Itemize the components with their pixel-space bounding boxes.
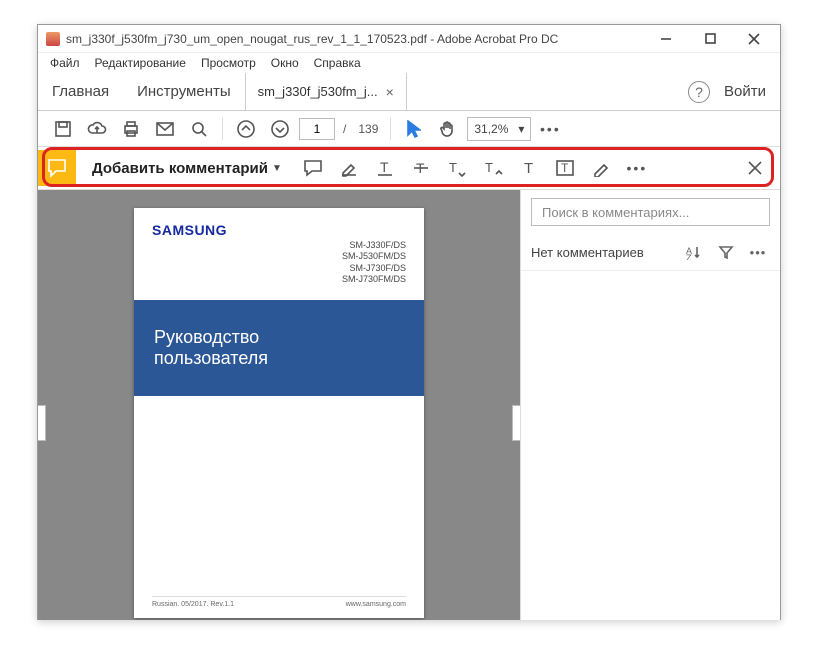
- tab-close-icon[interactable]: ×: [386, 84, 394, 100]
- tab-document-label: sm_j330f_j530fm_j...: [258, 84, 378, 99]
- tabbar: Главная Инструменты sm_j330f_j530fm_j...…: [38, 73, 780, 111]
- text-underline-icon[interactable]: T: [370, 153, 400, 183]
- text-strikethrough-icon[interactable]: T: [406, 153, 436, 183]
- titlebar: sm_j330f_j530fm_j730_um_open_nougat_rus_…: [38, 25, 780, 53]
- content-area: SAMSUNG SM-J330F/DS SM-J530FM/DS SM-J730…: [38, 190, 780, 620]
- svg-text:T: T: [524, 160, 533, 177]
- filter-icon[interactable]: [714, 240, 738, 264]
- tab-home[interactable]: Главная: [38, 73, 123, 110]
- panel-more-icon[interactable]: •••: [746, 240, 770, 264]
- save-icon[interactable]: [48, 114, 78, 144]
- page-total: 139: [354, 122, 382, 136]
- tab-document[interactable]: sm_j330f_j530fm_j... ×: [245, 73, 407, 110]
- doc-title-line1: Руководство: [154, 327, 424, 348]
- svg-text:T: T: [380, 159, 389, 175]
- sort-icon[interactable]: AZ: [682, 240, 706, 264]
- text-tool-icon[interactable]: T: [514, 153, 544, 183]
- window-title: sm_j330f_j530fm_j730_um_open_nougat_rus_…: [66, 32, 644, 46]
- page-down-icon[interactable]: [265, 114, 295, 144]
- comment-mode-icon[interactable]: [38, 150, 76, 186]
- sticky-note-icon[interactable]: [298, 153, 328, 183]
- doc-models: SM-J330F/DS SM-J530FM/DS SM-J730F/DS SM-…: [342, 240, 406, 285]
- main-toolbar: / 139 31,2% ▾ •••: [38, 111, 780, 147]
- svg-text:T: T: [449, 160, 457, 175]
- comment-search-input[interactable]: Поиск в комментариях...: [531, 198, 770, 226]
- text-box-icon[interactable]: T: [550, 153, 580, 183]
- add-comment-button[interactable]: Добавить комментарий ▼: [82, 160, 292, 177]
- comments-header-row: Нет комментариев AZ •••: [521, 234, 780, 271]
- doc-title-band: Руководство пользователя: [134, 300, 424, 396]
- svg-text:T: T: [561, 161, 569, 175]
- close-toolbar-icon[interactable]: [740, 153, 770, 183]
- minimize-button[interactable]: [644, 25, 688, 53]
- comment-toolbar: Добавить комментарий ▼ T T T T T T •••: [38, 147, 780, 189]
- comment-toolbar-wrap: Добавить комментарий ▼ T T T T T T •••: [38, 147, 780, 190]
- menu-view[interactable]: Просмотр: [195, 54, 262, 72]
- zoom-value: 31,2%: [474, 122, 508, 136]
- zoom-dropdown[interactable]: 31,2% ▾: [467, 117, 531, 141]
- pointer-icon[interactable]: [399, 114, 429, 144]
- page-up-icon[interactable]: [231, 114, 261, 144]
- login-button[interactable]: Войти: [724, 83, 766, 100]
- close-window-button[interactable]: [732, 25, 776, 53]
- highlight-icon[interactable]: [334, 153, 364, 183]
- maximize-button[interactable]: [688, 25, 732, 53]
- document-viewport[interactable]: SAMSUNG SM-J330F/DS SM-J530FM/DS SM-J730…: [38, 190, 520, 620]
- menu-help[interactable]: Справка: [308, 54, 367, 72]
- doc-brand: SAMSUNG: [152, 222, 227, 238]
- more-icon[interactable]: •••: [622, 153, 652, 183]
- svg-text:T: T: [485, 160, 493, 175]
- cloud-upload-icon[interactable]: [82, 114, 112, 144]
- print-icon[interactable]: [116, 114, 146, 144]
- text-replace-icon[interactable]: T: [442, 153, 472, 183]
- pdf-page: SAMSUNG SM-J330F/DS SM-J530FM/DS SM-J730…: [134, 208, 424, 618]
- pencil-icon[interactable]: [586, 153, 616, 183]
- page-number-input[interactable]: [299, 118, 335, 140]
- right-panel-toggle[interactable]: [512, 405, 520, 441]
- help-icon[interactable]: ?: [688, 81, 710, 103]
- doc-footer: Russian. 05/2017. Rev.1.1 www.samsung.co…: [152, 596, 406, 608]
- more-tools-icon[interactable]: •••: [535, 114, 565, 144]
- menu-edit[interactable]: Редактирование: [89, 54, 192, 72]
- app-window: sm_j330f_j530fm_j730_um_open_nougat_rus_…: [37, 24, 781, 620]
- doc-title-line2: пользователя: [154, 348, 424, 369]
- text-insert-icon[interactable]: T: [478, 153, 508, 183]
- comment-search-placeholder: Поиск в комментариях...: [542, 205, 689, 220]
- chevron-down-icon: ▼: [272, 163, 282, 174]
- add-comment-label: Добавить комментарий: [92, 160, 268, 177]
- pdf-file-icon: [46, 32, 60, 46]
- hand-icon[interactable]: [433, 114, 463, 144]
- left-panel-toggle[interactable]: [38, 405, 46, 441]
- menu-file[interactable]: Файл: [44, 54, 86, 72]
- chevron-down-icon: ▾: [518, 122, 524, 136]
- tab-tools[interactable]: Инструменты: [123, 73, 245, 110]
- menu-window[interactable]: Окно: [265, 54, 305, 72]
- svg-text:Z: Z: [686, 253, 692, 260]
- page-separator: /: [339, 122, 350, 136]
- comments-panel: Поиск в комментариях... Нет комментариев…: [520, 190, 780, 620]
- no-comments-label: Нет комментариев: [531, 245, 644, 260]
- menubar: Файл Редактирование Просмотр Окно Справк…: [38, 53, 780, 73]
- search-icon[interactable]: [184, 114, 214, 144]
- mail-icon[interactable]: [150, 114, 180, 144]
